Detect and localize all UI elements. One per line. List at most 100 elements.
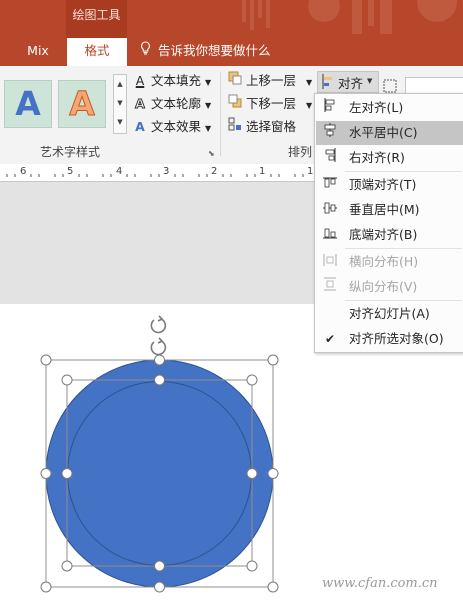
resize-handle[interactable] [61, 468, 73, 479]
lightbulb-icon [140, 38, 154, 64]
selected-shapes[interactable] [30, 310, 290, 600]
watermark: www.cfan.com.cn [322, 576, 438, 591]
align-bottom-icon [322, 223, 338, 247]
menu-separator [345, 248, 462, 249]
wordart-gallery-scroll[interactable]: ▲ ▼ ▼ [113, 74, 127, 134]
menu-item-align-selected-objects[interactable]: ✔ 对齐所选对象(O) [316, 327, 463, 351]
resize-handle[interactable] [267, 468, 279, 479]
ruler-label: 4 [116, 166, 123, 177]
scroll-down-icon[interactable]: ▼ [114, 94, 126, 113]
menu-item-label: 对齐幻灯片(A) [349, 306, 430, 321]
selection-pane-icon [228, 116, 242, 138]
wordart-style-1[interactable]: A [4, 80, 52, 128]
text-effects-icon: A [135, 119, 145, 134]
group-divider [220, 72, 221, 156]
chevron-down-icon: ▼ [306, 78, 313, 87]
resize-handle[interactable] [40, 468, 52, 479]
wordart-group-label: 艺术字样式 [40, 145, 101, 159]
text-fill-label: 文本填充 [151, 73, 202, 88]
menu-item-align-left[interactable]: 左对齐(L) [316, 96, 463, 120]
resize-handle[interactable] [246, 374, 258, 386]
ruler-label: 1 [259, 166, 266, 177]
rotate-handle-icon[interactable] [150, 315, 167, 356]
chevron-down-icon: ▼ [306, 101, 313, 110]
context-group-title: 绘图工具 [72, 8, 121, 22]
menu-item-label: 水平居中(C) [349, 125, 418, 140]
align-left-icon [322, 96, 338, 120]
menu-item-label: 顶端对齐(T) [349, 177, 417, 192]
menu-item-distribute-horizontal[interactable]: 横向分布(H) [316, 250, 463, 274]
resize-handle[interactable] [61, 560, 73, 572]
ruler-label: 3 [163, 166, 170, 177]
menu-item-align-center[interactable]: 水平居中(C) [316, 121, 463, 145]
resize-handle[interactable] [154, 560, 165, 572]
bring-forward-icon [228, 70, 242, 92]
text-outline-icon: A [135, 96, 146, 112]
scroll-up-icon[interactable]: ▲ [114, 75, 126, 94]
resize-handle[interactable] [61, 374, 73, 386]
dialog-launcher-icon[interactable]: ⬊ [208, 149, 215, 158]
text-outline-button[interactable]: A 文本轮廓 ▼ [133, 93, 211, 115]
ruler-label: 6 [20, 166, 27, 177]
resize-handle[interactable] [40, 581, 52, 593]
bring-forward-button[interactable]: 上移一层 ▼ [228, 70, 312, 92]
resize-handle[interactable] [267, 354, 279, 366]
resize-handle[interactable] [246, 560, 258, 572]
selection-pane-button[interactable]: 选择窗格 [228, 116, 296, 138]
arrange-group-label: 排列 [288, 145, 313, 159]
tab-format[interactable]: 格式 [67, 38, 127, 66]
align-right-icon [322, 146, 338, 170]
resize-handle[interactable] [267, 581, 279, 593]
menu-item-align-bottom[interactable]: 底端对齐(B) [316, 223, 463, 247]
menu-item-align-right[interactable]: 右对齐(R) [316, 146, 463, 170]
menu-item-align-middle[interactable]: 垂直居中(M) [316, 198, 463, 222]
ruler-label: 2 [211, 166, 218, 177]
tell-me-search[interactable]: 告诉我你想要做什么 [140, 38, 271, 66]
resize-handle[interactable] [154, 581, 165, 593]
resize-handle[interactable] [40, 354, 52, 366]
outer-circle-shape[interactable] [45, 359, 274, 588]
resize-handle[interactable] [246, 468, 258, 479]
text-outline-label: 文本轮廓 [151, 96, 202, 111]
ruler-label: 1 [307, 166, 314, 177]
send-backward-label: 下移一层 [246, 96, 297, 111]
menu-item-label: 底端对齐(B) [349, 227, 418, 242]
align-icon [321, 74, 335, 93]
resize-handle[interactable] [154, 354, 165, 366]
menu-item-align-to-slide[interactable]: 对齐幻灯片(A) [316, 302, 463, 326]
menu-item-label: 横向分布(H) [349, 254, 419, 269]
menu-separator [345, 300, 462, 301]
check-icon: ✔ [324, 332, 336, 346]
distribute-vertical-icon [322, 275, 338, 299]
chevron-down-icon: ▼ [205, 124, 212, 133]
ribbon-decoration [232, 0, 463, 38]
menu-item-distribute-vertical[interactable]: 纵向分布(V) [316, 275, 463, 299]
text-fill-button[interactable]: A 文本填充 ▼ [133, 70, 211, 92]
align-button[interactable]: 对齐 ▼ [317, 71, 379, 93]
align-middle-icon [322, 198, 338, 222]
menu-item-label: 垂直居中(M) [349, 202, 420, 217]
tell-me-label: 告诉我你想要做什么 [157, 43, 271, 58]
align-label: 对齐 [338, 76, 364, 91]
menu-item-label: 对齐所选对象(O) [349, 331, 444, 346]
align-top-icon [322, 173, 338, 197]
menu-item-label: 左对齐(L) [349, 100, 404, 115]
tab-mix[interactable]: Mix [14, 38, 62, 66]
group-icon[interactable] [383, 78, 397, 93]
text-effects-button[interactable]: A 文本效果 ▼ [133, 116, 211, 138]
menu-item-label: 纵向分布(V) [349, 279, 418, 294]
send-backward-button[interactable]: 下移一层 ▼ [228, 93, 312, 115]
wordart-letter: A [15, 84, 41, 123]
wordart-style-2[interactable]: A [58, 80, 106, 128]
resize-handle[interactable] [154, 374, 165, 386]
chevron-down-icon: ▼ [367, 77, 373, 85]
text-fill-icon: A [135, 73, 145, 88]
align-center-icon [322, 121, 338, 145]
align-dropdown-menu: 左对齐(L) 水平居中(C) 右对齐(R) 顶端对齐(T) 垂直居中(M) 底端… [314, 93, 463, 353]
selection-pane-label: 选择窗格 [246, 119, 297, 134]
send-backward-icon [228, 93, 242, 115]
chevron-down-icon: ▼ [205, 101, 212, 110]
menu-separator [345, 171, 462, 172]
gallery-more-icon[interactable]: ▼ [114, 113, 126, 132]
menu-item-align-top[interactable]: 顶端对齐(T) [316, 173, 463, 197]
